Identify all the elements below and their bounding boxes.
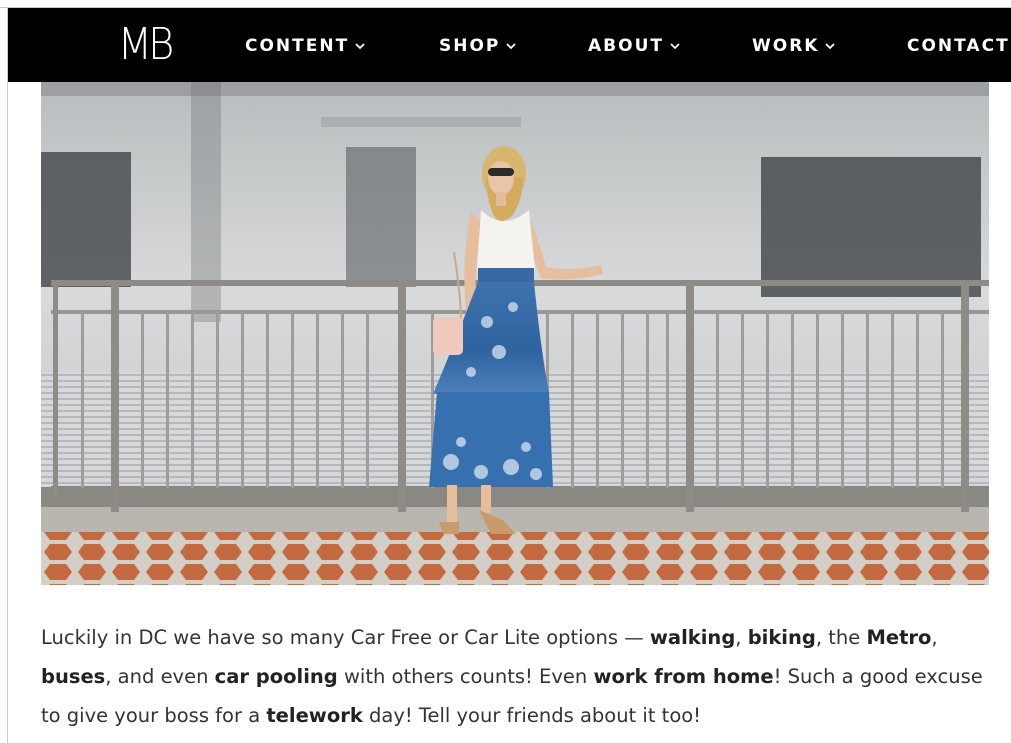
- chevron-down-icon: [670, 43, 680, 50]
- chevron-down-icon: [355, 43, 365, 50]
- nav-contact-label: CONTACT: [907, 36, 1010, 56]
- text-span: with others counts! Even: [337, 665, 594, 688]
- nav-work[interactable]: WORK: [752, 35, 836, 57]
- browser-frame-left: [7, 8, 8, 743]
- highlight-walking: walking: [649, 626, 736, 649]
- hero-illustration: [41, 82, 989, 585]
- highlight-metro: Metro: [866, 626, 932, 649]
- nav-shop-label: SHOP: [439, 36, 501, 56]
- nav-work-label: WORK: [752, 36, 820, 56]
- text-span: ,: [735, 626, 748, 649]
- highlight-buses: buses: [41, 665, 106, 688]
- nav-contact[interactable]: CONTACT: [907, 35, 1010, 57]
- chevron-down-icon: [825, 43, 836, 50]
- text-span: ,: [931, 626, 938, 649]
- text-span: Luckily in DC we have so many Car Free o…: [41, 626, 650, 649]
- highlight-telework: telework: [266, 704, 363, 727]
- browser-frame-top: [0, 0, 1011, 8]
- chevron-down-icon: [506, 43, 517, 50]
- highlight-biking: biking: [747, 626, 816, 649]
- nav-about-label: ABOUT: [588, 36, 664, 56]
- nav-shop[interactable]: SHOP: [439, 35, 517, 57]
- nav-about[interactable]: ABOUT: [588, 35, 680, 57]
- highlight-car-pooling: car pooling: [214, 665, 338, 688]
- main-navbar: MB CONTENT SHOP ABOUT WORK CONTACT: [8, 8, 1011, 82]
- site-logo[interactable]: MB: [111, 17, 177, 73]
- article-paragraph: Luckily in DC we have so many Car Free o…: [41, 618, 989, 735]
- hero-photo: [41, 82, 989, 585]
- text-span: day! Tell your friends about it too!: [362, 704, 701, 727]
- logo-text: MB: [117, 20, 175, 70]
- nav-content[interactable]: CONTENT: [245, 35, 365, 57]
- nav-content-label: CONTENT: [245, 36, 350, 56]
- text-span: , and even: [105, 665, 215, 688]
- highlight-work-from-home: work from home: [593, 665, 774, 688]
- text-span: , the: [815, 626, 867, 649]
